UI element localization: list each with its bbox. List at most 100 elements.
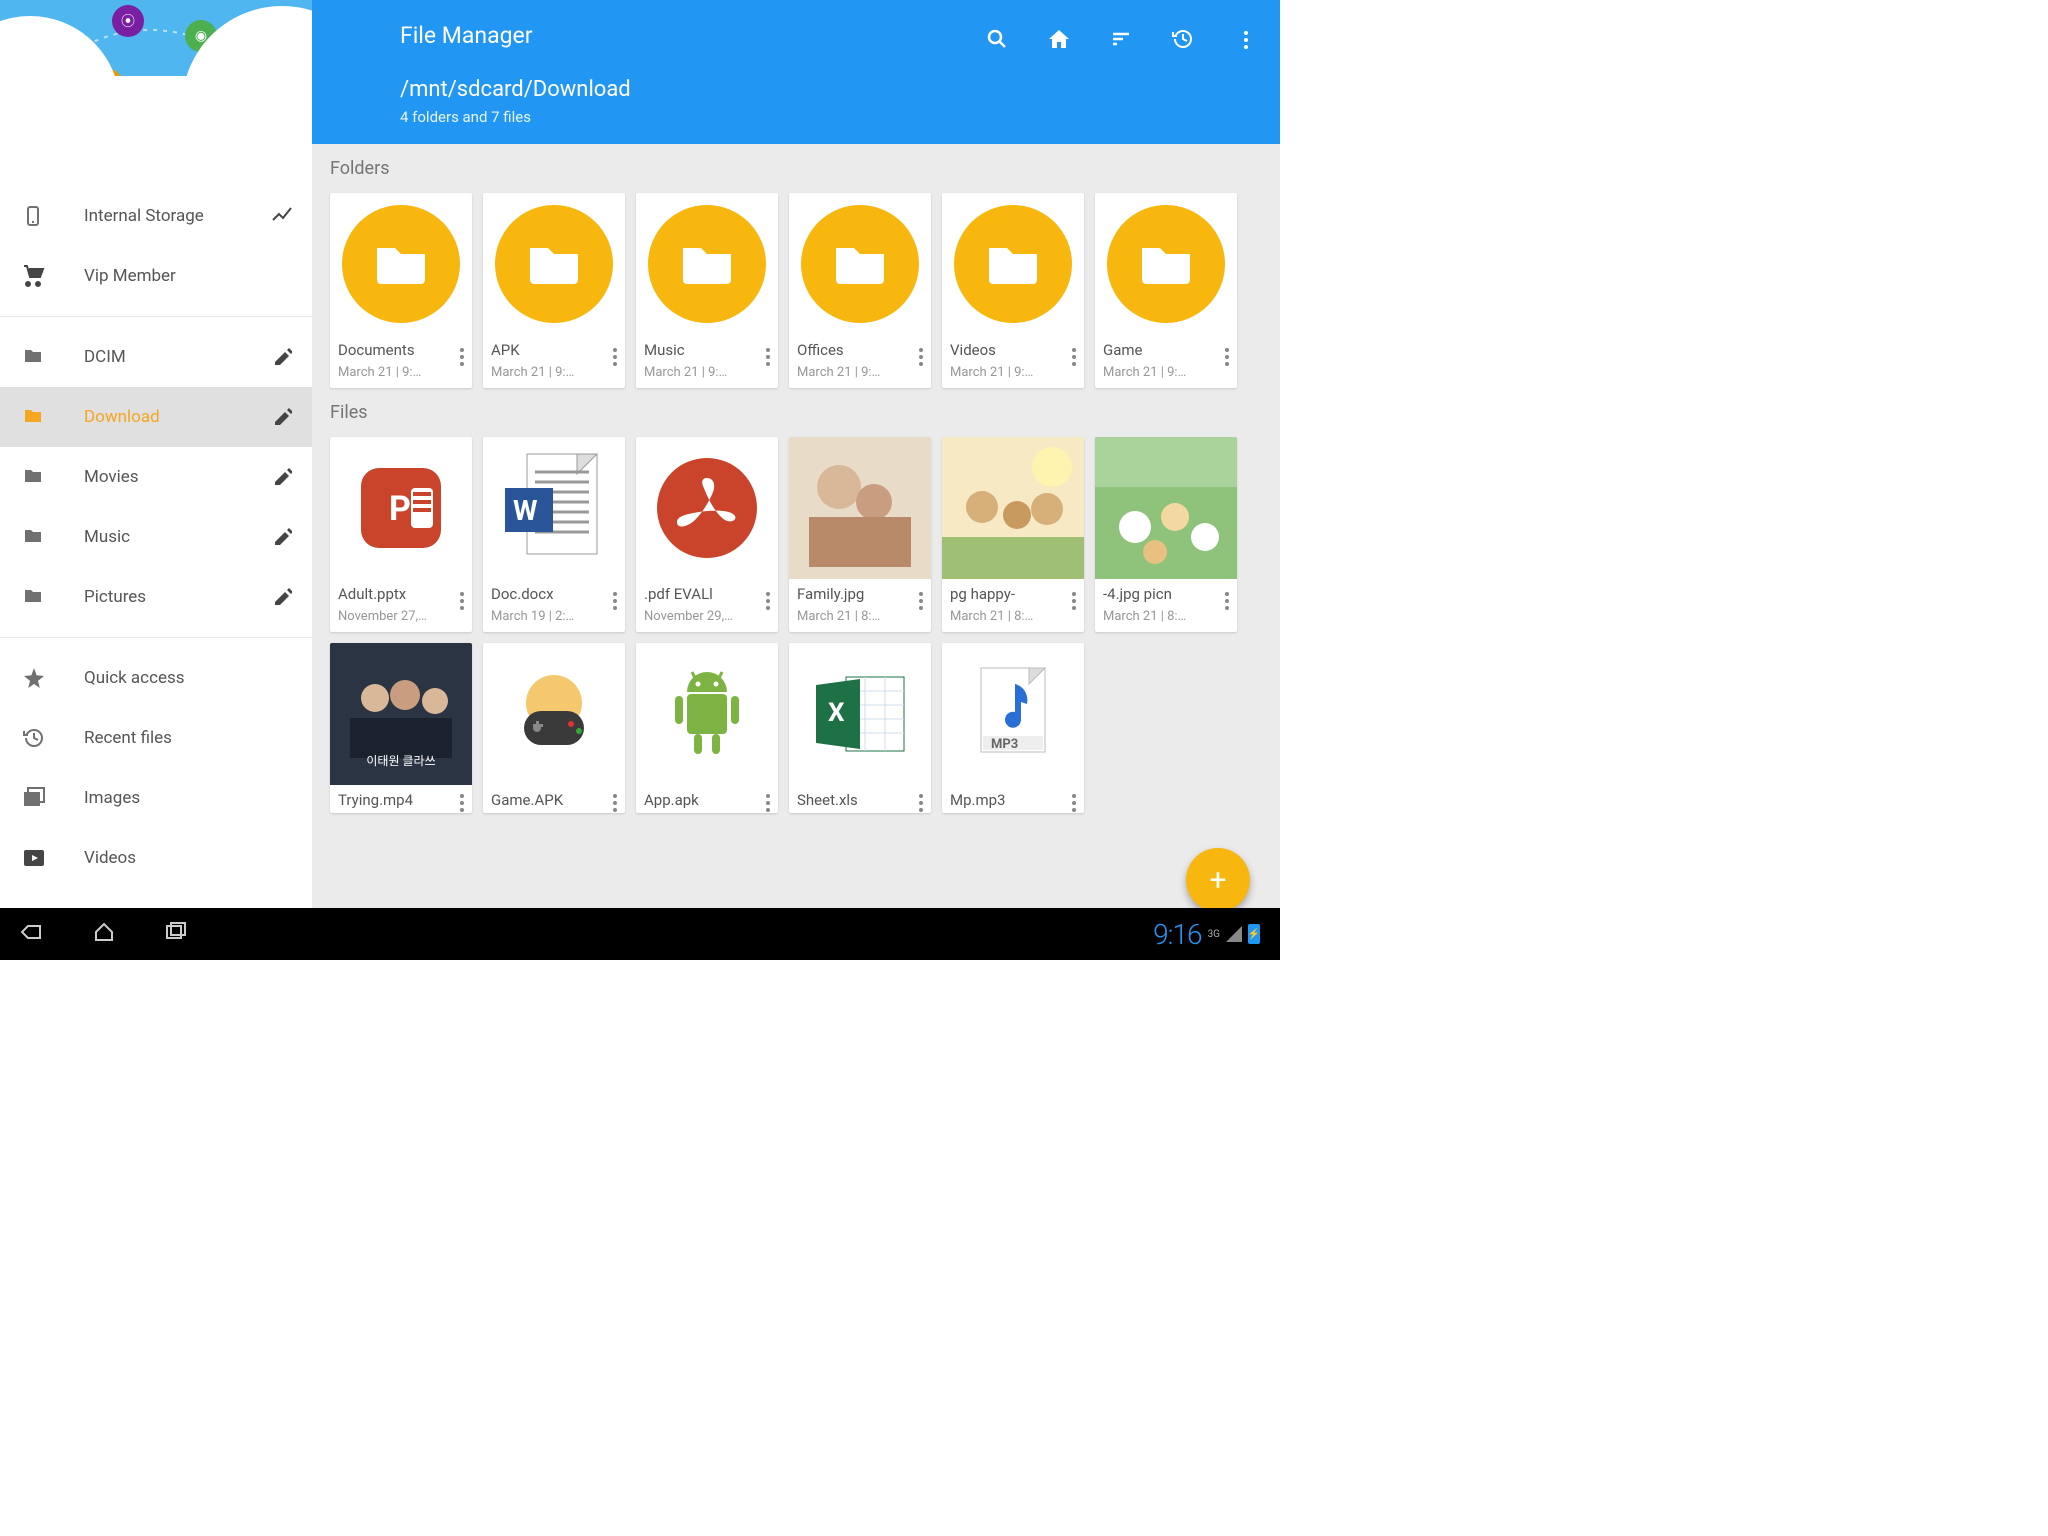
card-name: App.apk — [644, 791, 770, 809]
fab-add-button[interactable]: + — [1186, 848, 1250, 912]
search-button[interactable] — [984, 26, 1012, 54]
folder-card[interactable]: Offices March 21 | 9:… — [789, 193, 931, 388]
card-more-button[interactable] — [1062, 345, 1080, 373]
folder-card[interactable]: Music March 21 | 9:… — [636, 193, 778, 388]
card-name: Music — [644, 341, 770, 359]
file-card[interactable]: -4.jpg picn March 21 | 8:… — [1095, 437, 1237, 632]
card-name: Family.jpg — [797, 585, 923, 603]
card-name: -4.jpg picn — [1103, 585, 1229, 603]
svg-text:MP3: MP3 — [991, 737, 1018, 752]
history-icon — [20, 726, 48, 750]
file-thumb — [789, 437, 931, 579]
nav-home-button[interactable] — [92, 920, 124, 948]
nav-recents-button[interactable] — [164, 920, 196, 948]
folder-card[interactable]: Documents March 21 | 9:… — [330, 193, 472, 388]
sidebar-item-movies[interactable]: Movies — [0, 447, 312, 507]
folder-circle-icon — [954, 205, 1072, 323]
file-card[interactable]: P Adult.pptx November 27,… — [330, 437, 472, 632]
file-card[interactable]: .pdf EVALl November 29,… — [636, 437, 778, 632]
sidebar-item-quick-access[interactable]: Quick access — [0, 648, 312, 708]
images-icon — [20, 786, 48, 810]
sort-button[interactable] — [1108, 26, 1136, 54]
nav-back-button[interactable] — [20, 920, 52, 948]
card-more-button[interactable] — [909, 791, 927, 813]
sidebar-item-images[interactable]: Images — [0, 768, 312, 828]
file-card[interactable]: Game.APK — [483, 643, 625, 813]
card-more-button[interactable] — [909, 345, 927, 373]
card-more-button[interactable] — [450, 791, 468, 813]
sidebar-item-label: DCIM — [84, 347, 272, 367]
card-date: March 21 | 9:… — [1103, 365, 1229, 380]
folder-circle-icon — [342, 205, 460, 323]
sidebar-item-music[interactable]: Music — [0, 507, 312, 567]
folder-card[interactable]: APK March 21 | 9:… — [483, 193, 625, 388]
sidebar-item-videos[interactable]: Videos — [0, 828, 312, 888]
home-button[interactable] — [1046, 26, 1074, 54]
file-card[interactable]: MP3 Mp.mp3 — [942, 643, 1084, 813]
sidebar-item-download[interactable]: Download — [0, 387, 312, 447]
card-name: Sheet.xls — [797, 791, 923, 809]
card-date: November 27,… — [338, 609, 464, 624]
status-clock: 9:16 — [1153, 918, 1201, 951]
folder-icon — [20, 526, 48, 548]
card-more-button[interactable] — [1215, 345, 1233, 373]
history-button[interactable] — [1170, 26, 1198, 54]
edit-icon[interactable] — [272, 345, 292, 370]
sidebar-hero: ▣ ♪ ⦿ ◉ ▪ — [0, 0, 312, 176]
card-more-button[interactable] — [1062, 589, 1080, 617]
file-card[interactable]: App.apk — [636, 643, 778, 813]
breadcrumb-path: /mnt/sdcard/Download — [400, 77, 1250, 102]
edit-icon[interactable] — [272, 405, 292, 430]
card-more-button[interactable] — [756, 791, 774, 813]
folder-card[interactable]: Game March 21 | 9:… — [1095, 193, 1237, 388]
card-more-button[interactable] — [1062, 791, 1080, 813]
folder-icon — [20, 586, 48, 608]
folder-card[interactable]: Videos March 21 | 9:… — [942, 193, 1084, 388]
card-more-button[interactable] — [450, 345, 468, 373]
card-more-button[interactable] — [450, 589, 468, 617]
file-card[interactable]: X Sheet.xls — [789, 643, 931, 813]
signal-icon — [1226, 926, 1242, 942]
file-card[interactable]: W Doc.docx March 19 | 2:… — [483, 437, 625, 632]
sidebar-item-internal-storage[interactable]: Internal Storage — [0, 186, 312, 246]
file-thumb — [483, 643, 625, 785]
svg-text:X: X — [828, 698, 845, 728]
sidebar-item-label: Internal Storage — [84, 206, 270, 226]
card-more-button[interactable] — [756, 345, 774, 373]
card-more-button[interactable] — [1215, 589, 1233, 617]
edit-icon[interactable] — [272, 585, 292, 610]
edit-icon[interactable] — [272, 525, 292, 550]
folder-circle-icon — [648, 205, 766, 323]
card-name: Offices — [797, 341, 923, 359]
sidebar-item-dcim[interactable]: DCIM — [0, 327, 312, 387]
card-more-button[interactable] — [603, 589, 621, 617]
sidebar-item-vip-member[interactable]: Vip Member — [0, 246, 312, 306]
sidebar-item-label: Recent files — [84, 728, 292, 748]
card-date: November 29,… — [644, 609, 770, 624]
card-more-button[interactable] — [603, 345, 621, 373]
edit-icon[interactable] — [272, 465, 292, 490]
folder-icon — [20, 466, 48, 488]
content-scroll[interactable]: Folders Documents March 21 | 9:… APK Mar… — [312, 144, 1280, 930]
sidebar-item-pictures[interactable]: Pictures — [0, 567, 312, 627]
svg-text:W: W — [513, 494, 538, 527]
file-card[interactable]: pg happy- March 21 | 8:… — [942, 437, 1084, 632]
card-name: Adult.pptx — [338, 585, 464, 603]
card-more-button[interactable] — [909, 589, 927, 617]
file-thumb: 이태원 클라쓰 — [330, 643, 472, 785]
phone-icon — [20, 205, 48, 227]
sidebar-item-recent-files[interactable]: Recent files — [0, 708, 312, 768]
card-name: Doc.docx — [491, 585, 617, 603]
folder-circle-icon — [495, 205, 613, 323]
sidebar-item-label: Videos — [84, 848, 292, 868]
file-card[interactable]: Family.jpg March 21 | 8:… — [789, 437, 931, 632]
file-card[interactable]: 이태원 클라쓰 Trying.mp4 — [330, 643, 472, 813]
file-thumb: P — [330, 437, 472, 579]
card-date: March 21 | 9:… — [950, 365, 1076, 380]
card-more-button[interactable] — [603, 791, 621, 813]
appbar: File Manager /mnt/sdcard/Download 4 fold… — [312, 0, 1280, 144]
card-date: March 21 | 9:… — [491, 365, 617, 380]
overflow-menu-button[interactable] — [1232, 26, 1260, 54]
card-more-button[interactable] — [756, 589, 774, 617]
battery-icon: ⚡ — [1248, 924, 1260, 944]
